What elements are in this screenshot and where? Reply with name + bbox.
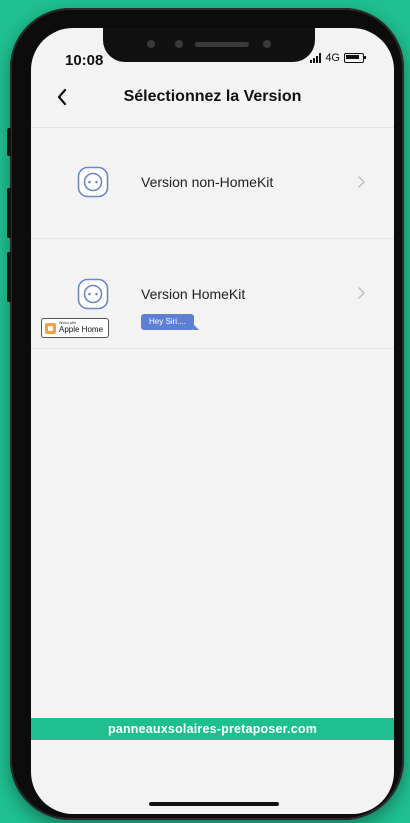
smart-plug-icon	[77, 278, 109, 310]
smart-plug-icon	[77, 166, 109, 198]
sensor-dot	[147, 40, 155, 48]
status-bar: 10:08 4G	[31, 28, 394, 78]
battery-icon	[344, 53, 366, 63]
chevron-right-icon	[358, 287, 365, 299]
volume-down-button	[7, 252, 11, 302]
version-label: Version non-HomeKit	[141, 174, 274, 190]
network-label: 4G	[325, 52, 340, 64]
speaker-grill	[195, 42, 249, 47]
siri-bubble: Hey Siri....	[141, 314, 199, 330]
app-screen: 10:08 4G Sélectionnez la Version Version…	[31, 28, 394, 814]
camera-dot	[175, 40, 183, 48]
silent-switch	[7, 128, 11, 156]
version-label: Version HomeKit	[141, 286, 246, 302]
watermark-banner: panneauxsolaires-pretaposer.com	[31, 718, 394, 740]
chevron-right-icon	[358, 176, 365, 188]
version-option-homekit[interactable]: Version HomeKit Hey Siri.... Works with …	[31, 238, 394, 349]
sensor-dot	[263, 40, 271, 48]
version-option-non-homekit[interactable]: Version non-HomeKit	[31, 128, 394, 239]
home-indicator[interactable]	[149, 802, 279, 806]
phone-frame: 10:08 4G Sélectionnez la Version Version…	[7, 8, 404, 820]
signal-icon	[310, 53, 322, 63]
works-with-apple-home-badge: Works with Apple Home	[41, 318, 109, 338]
status-icons: 4G	[310, 52, 366, 64]
badge-main-text: Apple Home	[59, 324, 104, 334]
volume-up-button	[7, 188, 11, 238]
nav-bar: Sélectionnez la Version	[31, 80, 394, 116]
home-icon	[45, 322, 56, 334]
status-time: 10:08	[65, 52, 104, 69]
page-title: Sélectionnez la Version	[123, 88, 302, 105]
camera-notch	[103, 28, 315, 62]
